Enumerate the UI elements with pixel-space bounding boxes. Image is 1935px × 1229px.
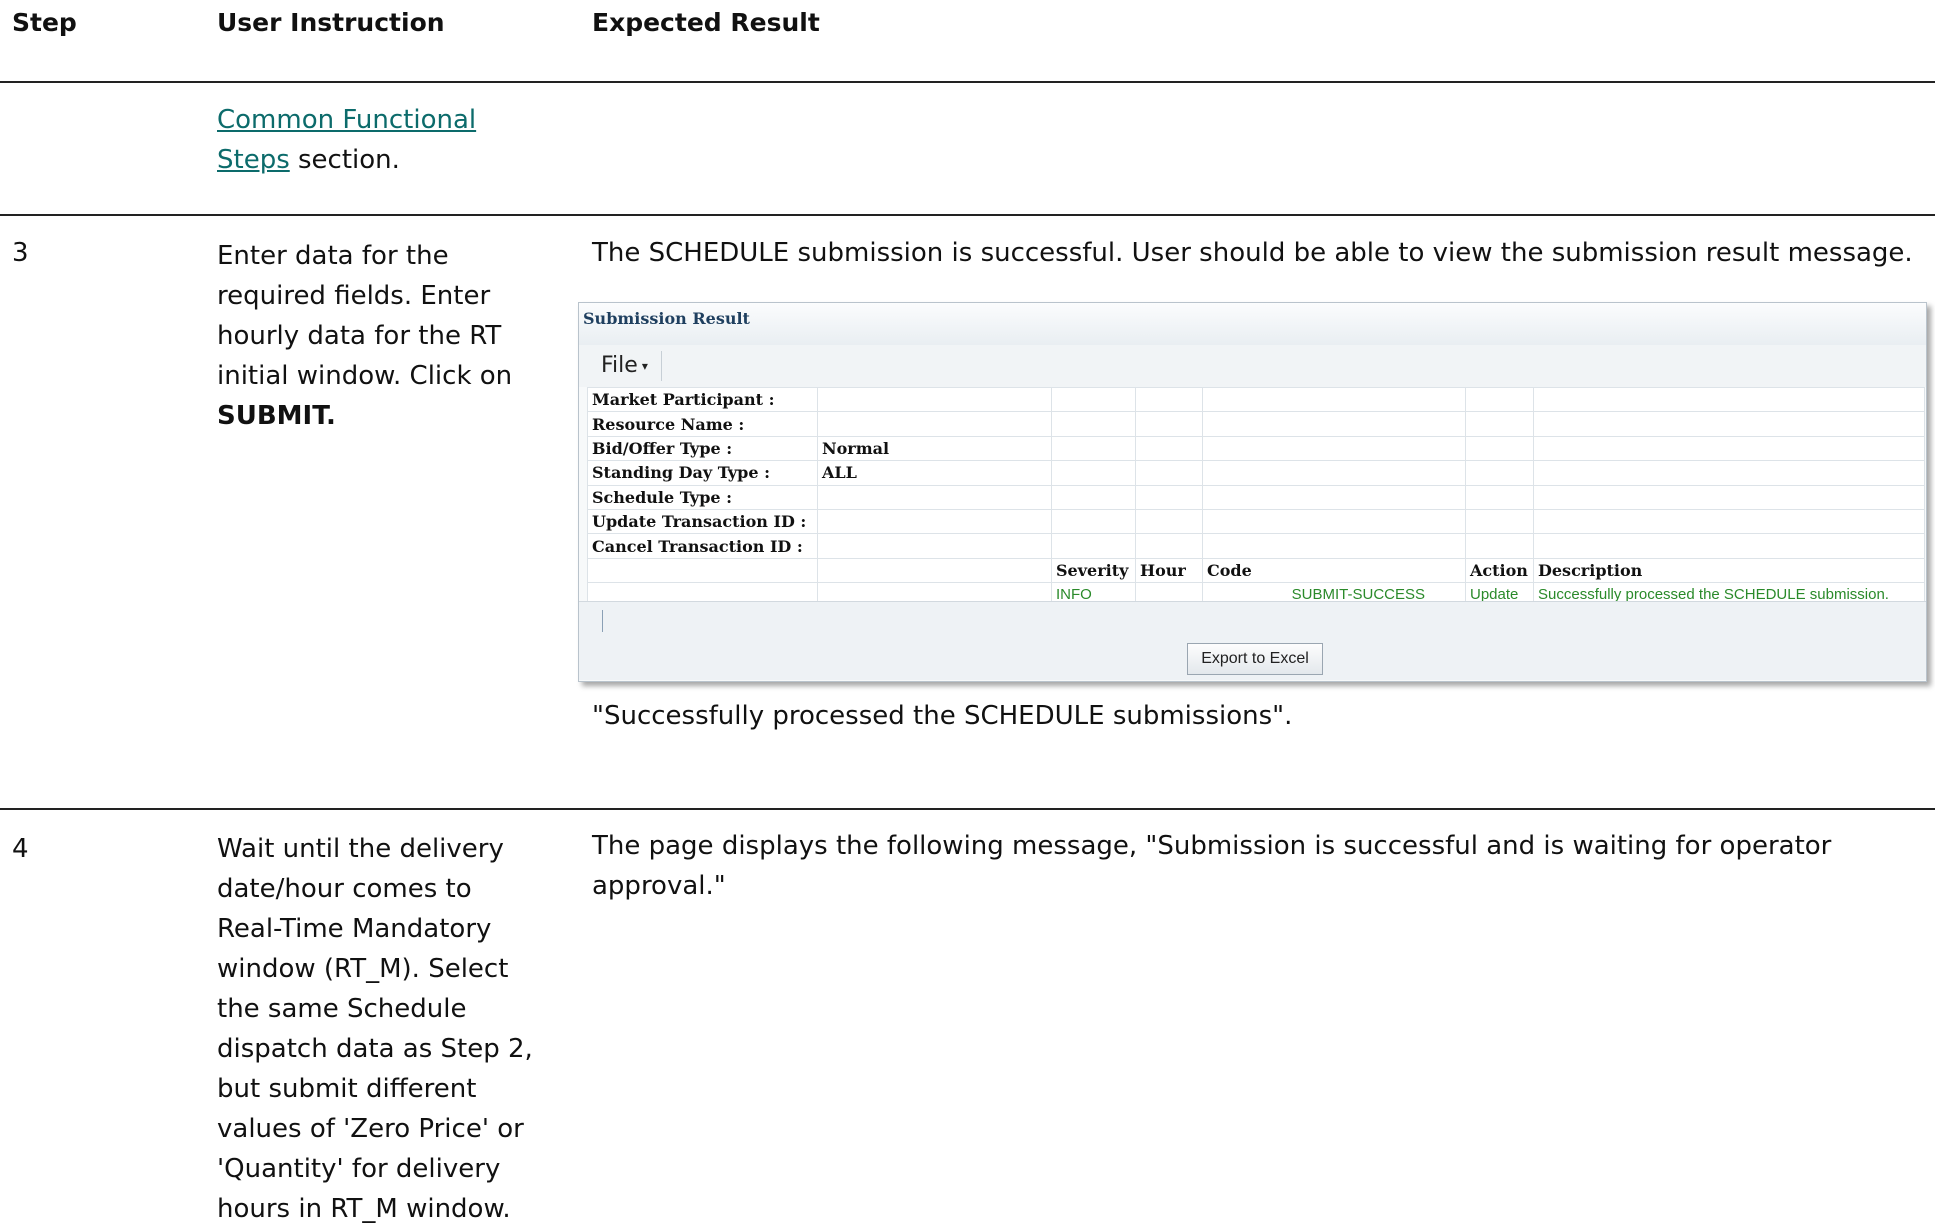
column-action: Action xyxy=(1465,557,1534,584)
column-header-step: Step xyxy=(12,8,77,37)
label-standing-day-type: Standing Day Type : xyxy=(587,460,818,486)
column-severity: Severity xyxy=(1051,557,1136,584)
expected-line: approval." xyxy=(592,871,726,901)
instruction-line: Enter data for the xyxy=(217,241,449,271)
column-header-user-instruction: User Instruction xyxy=(217,8,445,37)
table-header-row: Severity Hour Code Action Description xyxy=(587,557,1925,584)
row-divider xyxy=(0,214,1935,216)
file-toolbar: File ▾ xyxy=(579,345,1926,387)
label-update-transaction-id: Update Transaction ID : xyxy=(587,508,818,535)
row3-result-quote: "Successfully processed the SCHEDULE sub… xyxy=(592,701,1293,731)
prev-row-instruction: Common Functional Steps section. xyxy=(217,100,476,180)
instruction-line: values of 'Zero Price' or xyxy=(217,1114,524,1144)
label-bid-offer-type: Bid/Offer Type : xyxy=(587,435,818,462)
value-cancel-transaction-id xyxy=(817,533,1052,559)
value-market-participant xyxy=(817,386,1052,413)
instruction-line: the same Schedule xyxy=(217,994,467,1024)
table-row: Update Transaction ID : xyxy=(587,508,1925,535)
submission-result-panel: Submission Result File ▾ Market Participa… xyxy=(578,302,1927,682)
section-text: section. xyxy=(289,145,400,175)
panel-title: Submission Result xyxy=(583,309,750,328)
table-row: Standing Day Type : ALL xyxy=(587,460,1925,486)
header-divider xyxy=(0,81,1935,83)
row-divider xyxy=(0,808,1935,810)
instruction-line: date/hour comes to xyxy=(217,874,472,904)
instruction-line: but submit different xyxy=(217,1074,477,1104)
panel-footer: Export to Excel xyxy=(579,601,1926,680)
table-row: Bid/Offer Type : Normal xyxy=(587,435,1925,462)
column-hour: Hour xyxy=(1135,557,1203,584)
value-update-transaction-id xyxy=(817,508,1052,535)
result-table: Market Participant : Resource Name : Bid… xyxy=(587,386,1925,608)
table-row: Schedule Type : xyxy=(587,484,1925,510)
file-menu-label: File xyxy=(601,353,638,378)
table-row: Market Participant : xyxy=(587,386,1925,413)
export-to-excel-button[interactable]: Export to Excel xyxy=(1187,643,1323,675)
file-menu-button[interactable]: File ▾ xyxy=(587,351,662,381)
value-standing-day-type: ALL xyxy=(817,460,1052,486)
column-description: Description xyxy=(1533,557,1925,584)
row4-expected: The page displays the following message,… xyxy=(592,826,1831,906)
table-row: Cancel Transaction ID : xyxy=(587,533,1925,559)
value-schedule-type xyxy=(817,484,1052,510)
instruction-line: Wait until the delivery xyxy=(217,834,504,864)
instruction-line: required fields. Enter xyxy=(217,281,491,311)
column-header-expected-result: Expected Result xyxy=(592,8,820,37)
label-market-participant: Market Participant : xyxy=(587,386,818,413)
value-bid-offer-type: Normal xyxy=(817,435,1052,462)
instruction-line: hourly data for the RT xyxy=(217,321,502,351)
column-code: Code xyxy=(1202,557,1466,584)
instruction-line: hours in RT_M window. xyxy=(217,1194,511,1224)
step-number-3: 3 xyxy=(12,238,29,268)
instruction-line: Real-Time Mandatory xyxy=(217,914,492,944)
label-cancel-transaction-id: Cancel Transaction ID : xyxy=(587,533,818,559)
panel-titlebar: Submission Result xyxy=(579,303,1926,346)
instruction-line: initial window. Click on xyxy=(217,361,513,391)
table-row: Resource Name : xyxy=(587,411,1925,437)
row4-instruction: Wait until the delivery date/hour comes … xyxy=(217,829,533,1229)
value-resource-name xyxy=(817,411,1052,437)
label-resource-name: Resource Name : xyxy=(587,411,818,437)
expected-line: The page displays the following message,… xyxy=(592,831,1832,861)
instruction-line: window (RT_M). Select xyxy=(217,954,509,984)
instruction-line: 'Quantity' for delivery xyxy=(217,1154,501,1184)
text-cursor xyxy=(602,610,603,632)
instruction-submit-bold: SUBMIT. xyxy=(217,401,336,431)
label-schedule-type: Schedule Type : xyxy=(587,484,818,510)
common-functional-steps-link-cont[interactable]: Steps xyxy=(217,145,290,175)
instruction-line: dispatch data as Step 2, xyxy=(217,1034,533,1064)
row3-expected: The SCHEDULE submission is successful. U… xyxy=(592,238,1913,268)
chevron-down-icon: ▾ xyxy=(641,359,648,373)
row3-instruction: Enter data for the required fields. Ente… xyxy=(217,236,512,436)
common-functional-steps-link[interactable]: Common Functional xyxy=(217,105,476,135)
step-number-4: 4 xyxy=(12,834,29,864)
